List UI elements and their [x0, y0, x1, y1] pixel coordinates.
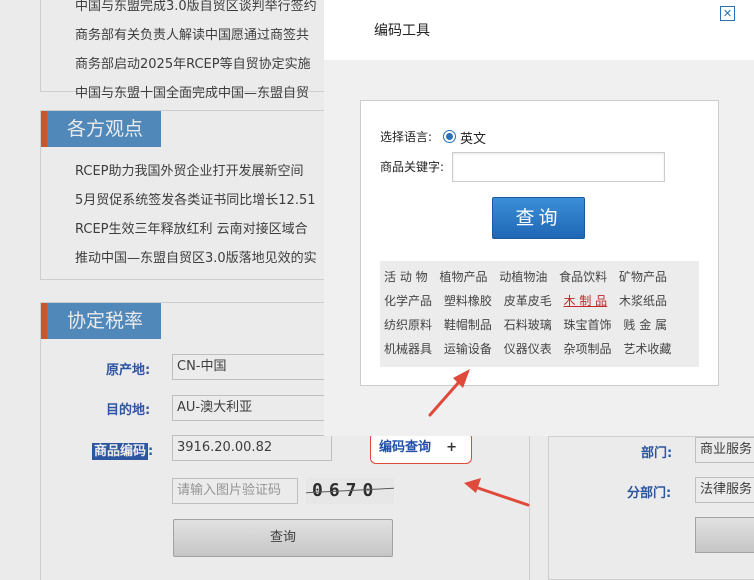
arrow-left-line [470, 484, 530, 507]
annotation-arrows [428, 369, 530, 507]
arrow-left-head [464, 478, 481, 493]
